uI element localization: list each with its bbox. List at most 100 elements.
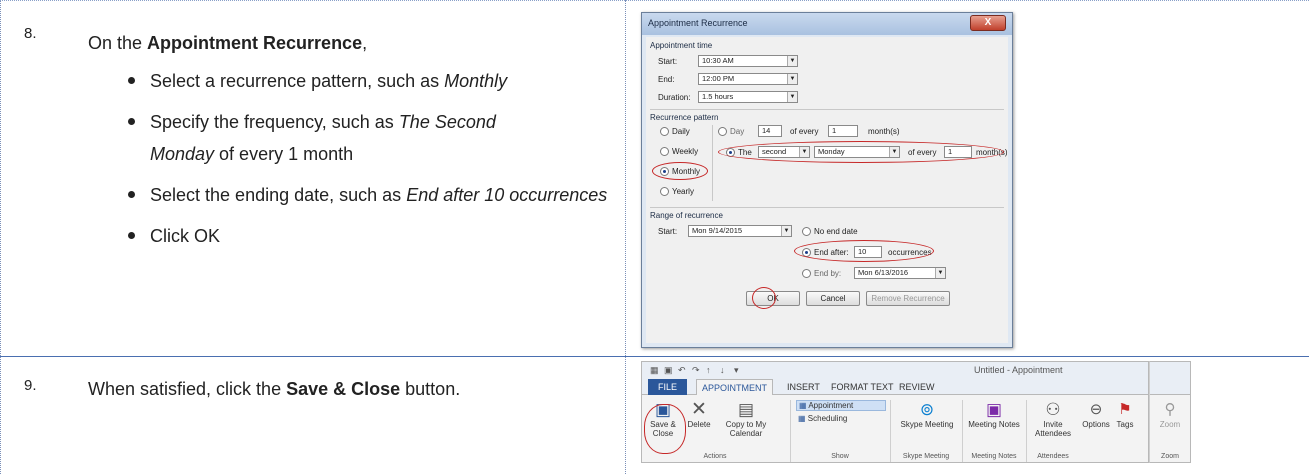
range-of-recurrence-group-label: Range of recurrence — [650, 211, 723, 220]
appointment-view-button[interactable]: ▦ Appointment — [796, 400, 886, 411]
end-time-value: 12:00 PM — [702, 74, 735, 83]
group-label-show: Show — [831, 453, 849, 460]
close-button[interactable]: X — [970, 15, 1006, 31]
end-time-combo[interactable]: 12:00 PM ▼ — [698, 73, 798, 85]
group-separator — [890, 400, 891, 462]
cancel-button[interactable]: Cancel — [806, 291, 860, 306]
chevron-down-icon[interactable]: ▼ — [781, 226, 791, 236]
day-number-input[interactable]: 14 — [758, 125, 782, 137]
frequency-highlight-oval — [718, 141, 1004, 163]
magnifier-icon: ⚲ — [1164, 401, 1176, 418]
bullet-item: Select a recurrence pattern, such as Mon… — [128, 65, 508, 97]
step-intro: On the Appointment Recurrence, — [88, 29, 367, 57]
redo-icon[interactable]: ↷ — [692, 365, 700, 376]
skype-meeting-button[interactable]: ⊚ Skype Meeting — [894, 400, 960, 429]
bullet-item: Specify the frequency, such as The Secon… — [128, 106, 508, 170]
scheduling-view-button[interactable]: ▦ Scheduling — [796, 414, 886, 423]
end-after-highlight-oval — [794, 240, 934, 262]
bullet-dot-icon — [128, 77, 135, 84]
down-arrow-icon[interactable]: ↓ — [720, 365, 725, 375]
group-label-meeting-notes: Meeting Notes — [971, 453, 1017, 460]
chevron-down-icon[interactable]: ▼ — [787, 74, 797, 84]
remove-recurrence-button[interactable]: Remove Recurrence — [866, 291, 950, 306]
copy-to-calendar-label: Copy to My Calendar — [725, 420, 767, 438]
appointment-recurrence-dialog: Appointment Recurrence X Appointment tim… — [641, 12, 1013, 348]
tags-button[interactable]: ⚑ Tags — [1112, 400, 1138, 429]
section-divider — [650, 109, 1004, 110]
delete-button[interactable]: ✕ Delete — [684, 400, 714, 430]
tab-file[interactable]: FILE — [648, 379, 688, 395]
save-icon[interactable]: ▣ — [664, 365, 673, 376]
calendar-icon: ▤ — [737, 400, 755, 419]
save-close-highlight-oval — [644, 404, 686, 454]
options-label: Options — [1082, 420, 1110, 429]
group-label-attendees: Attendees — [1037, 453, 1069, 460]
bullet-item: Select the ending date, such as End afte… — [128, 179, 608, 211]
tab-insert[interactable]: INSERT — [782, 379, 825, 395]
ribbon-tabs: FILE APPOINTMENT INSERT FORMAT TEXT REVI… — [642, 378, 1148, 395]
app-menu-icon[interactable]: ▦ — [650, 365, 659, 376]
bullet-emphasis: Monthly — [444, 71, 508, 91]
end-by-label: End by: — [814, 269, 842, 278]
meeting-notes-button[interactable]: ▣ Meeting Notes — [964, 400, 1024, 429]
up-arrow-icon[interactable]: ↑ — [706, 365, 711, 375]
skype-meeting-label: Skype Meeting — [900, 420, 954, 429]
zoom-group: ⚲ Zoom Zoom — [1149, 361, 1191, 463]
onenote-icon: ▣ — [985, 400, 1003, 419]
end-by-combo[interactable]: Mon 6/13/2016 ▼ — [854, 267, 946, 279]
pattern-vertical-divider — [712, 125, 713, 201]
bullet-dot-icon — [128, 232, 135, 239]
step-text: When satisfied, click the Save & Close b… — [88, 375, 460, 403]
dialog-body: Appointment time Start: 10:30 AM ▼ End: 1… — [646, 37, 1008, 343]
step-intro-prefix: On the — [88, 33, 148, 53]
tab-format-text[interactable]: FORMAT TEXT — [826, 379, 899, 395]
flag-icon: ⚑ — [1118, 401, 1132, 418]
radio-circle-icon — [660, 127, 669, 136]
quick-access-toolbar: ▦ ▣ ↶ ↷ ↑ ↓ ▾ Untitled - Appointment — [642, 362, 1148, 378]
group-label-skype-meeting: Skype Meeting — [902, 453, 950, 460]
bullet-emphasis: End after 10 occurrences — [406, 185, 608, 205]
start-time-combo[interactable]: 10:30 AM ▼ — [698, 55, 798, 67]
yearly-radio[interactable]: Yearly — [660, 187, 694, 197]
zoom-button[interactable]: ⚲ Zoom — [1154, 400, 1186, 429]
day-radio[interactable]: Day — [718, 127, 744, 137]
end-time-label: End: — [658, 75, 675, 84]
tab-review[interactable]: REVIEW — [894, 379, 940, 395]
appointment-time-group-label: Appointment time — [650, 41, 713, 50]
daily-radio[interactable]: Daily — [660, 127, 690, 137]
ok-highlight-oval — [752, 287, 776, 309]
customize-toolbar-icon[interactable]: ▾ — [734, 365, 739, 376]
step-intro-suffix: , — [362, 33, 368, 53]
chevron-down-icon[interactable]: ▼ — [935, 268, 945, 278]
range-start-combo[interactable]: Mon 9/14/2015 ▼ — [688, 225, 792, 237]
weekly-radio[interactable]: Weekly — [660, 147, 698, 157]
group-separator — [1026, 400, 1027, 462]
end-by-radio[interactable]: End by: — [802, 269, 841, 279]
invite-attendees-button[interactable]: ⚇ Invite Attendees — [1028, 400, 1078, 438]
bullet-text: Select a recurrence pattern, such as — [150, 71, 445, 91]
scheduling-label: Scheduling — [807, 414, 848, 423]
start-time-label: Start: — [658, 57, 678, 66]
invite-attendees-label: Invite Attendees — [1034, 420, 1072, 438]
day-every-input[interactable]: 1 — [828, 125, 858, 137]
bullet-item: Click OK — [128, 220, 608, 252]
appointment-icon: ▦ — [799, 401, 809, 410]
window-title: Untitled - Appointment — [974, 365, 1063, 375]
zoom-group-header — [1150, 362, 1190, 395]
tab-appointment[interactable]: APPOINTMENT — [696, 379, 774, 395]
chevron-down-icon[interactable]: ▼ — [787, 56, 797, 66]
delete-label: Delete — [687, 420, 711, 429]
chevron-down-icon[interactable]: ▼ — [787, 92, 797, 102]
daily-label: Daily — [672, 127, 690, 136]
bullet-dot-icon — [128, 118, 135, 125]
options-button[interactable]: ⊖ Options — [1080, 400, 1112, 429]
options-icon: ⊖ — [1089, 401, 1103, 418]
step-number: 8. — [24, 25, 37, 42]
copy-to-my-calendar-button[interactable]: ▤ Copy to My Calendar — [714, 400, 778, 438]
monthly-highlight-oval — [652, 162, 708, 180]
no-end-date-radio[interactable]: No end date — [802, 227, 858, 237]
duration-combo[interactable]: 1.5 hours ▼ — [698, 91, 798, 103]
tags-label: Tags — [1116, 420, 1134, 429]
undo-icon[interactable]: ↶ — [678, 365, 686, 376]
zoom-label: Zoom — [1159, 420, 1181, 429]
